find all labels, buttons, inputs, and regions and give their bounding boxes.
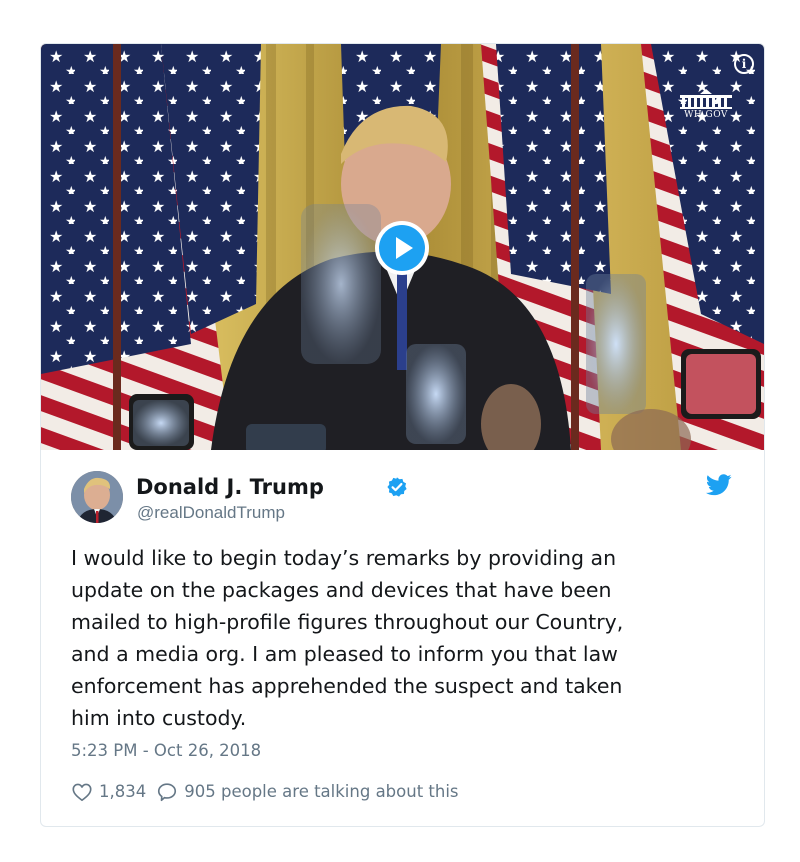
tweet-timestamp[interactable]: 5:23 PM - Oct 26, 2018 — [71, 740, 261, 762]
wh-gov-watermark: WH.GOV — [677, 88, 735, 120]
avatar-image — [71, 471, 123, 523]
play-icon[interactable] — [374, 220, 430, 276]
twitter-bird-icon[interactable] — [706, 474, 732, 496]
talking-count[interactable]: 905 people are talking about this — [184, 780, 458, 804]
tweet-text-line: him into custody. — [71, 706, 247, 730]
like-count[interactable]: 1,834 — [99, 780, 146, 804]
embedded-tweet-card[interactable]: ★ ★ — [40, 43, 765, 827]
tweet-text-line: mailed to high-profile figures throughou… — [71, 610, 624, 634]
heart-icon[interactable] — [71, 781, 93, 803]
info-icon[interactable]: i — [734, 54, 754, 74]
tweet-author[interactable]: Donald J. Trump @realDonaldTrump — [71, 471, 734, 527]
tweet-text-line: enforcement has apprehended the suspect … — [71, 674, 623, 698]
avatar[interactable] — [71, 471, 123, 523]
tweet-text-line: update on the packages and devices that … — [71, 578, 612, 602]
white-house-icon — [680, 89, 732, 109]
source-label: WH.GOV — [684, 110, 728, 120]
tweet-text-line: I would like to begin today’s remarks by… — [71, 546, 617, 570]
verified-badge-icon — [387, 477, 407, 497]
reply-bubble-icon[interactable] — [156, 781, 178, 803]
tweet-actions: 1,834 905 people are talking about this — [71, 780, 459, 804]
author-name[interactable]: Donald J. Trump — [136, 474, 324, 500]
author-handle[interactable]: @realDonaldTrump — [137, 502, 285, 524]
tweet-text-line: and a media org. I am pleased to inform … — [71, 642, 618, 666]
tweet-text: I would like to begin today’s remarks by… — [71, 542, 731, 734]
video-preview[interactable]: ★ ★ — [41, 44, 764, 450]
